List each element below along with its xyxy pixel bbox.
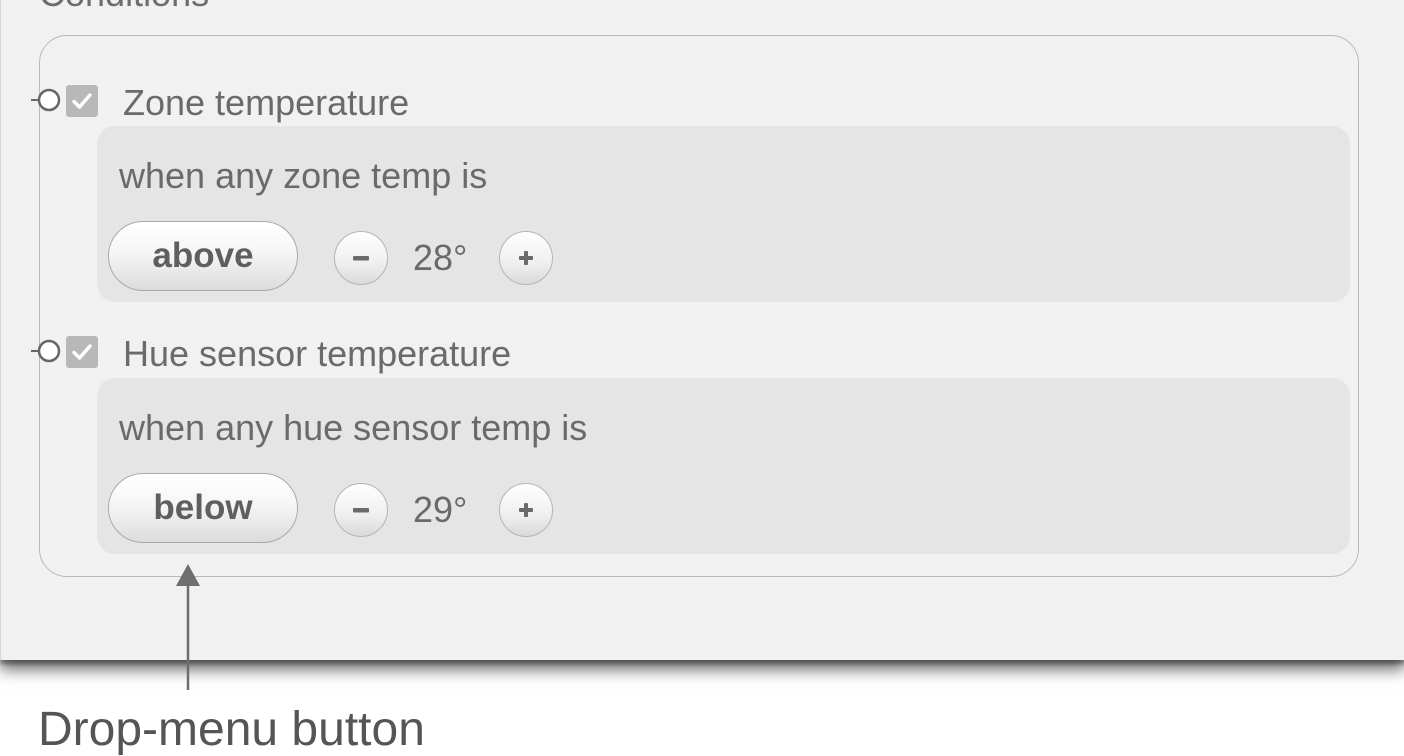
condition-2-description: when any hue sensor temp is (119, 407, 588, 448)
condition-1-decrement-button[interactable] (334, 231, 388, 285)
checkmark-icon (72, 93, 92, 109)
minus-icon (353, 256, 369, 261)
plus-icon (519, 251, 533, 265)
minus-icon (353, 508, 369, 513)
section-title: Conditions (39, 0, 209, 12)
condition-1-checkbox[interactable] (66, 85, 98, 117)
annotation-arrow-icon (176, 564, 200, 690)
condition-1-value: 28° (413, 237, 468, 278)
condition-1-description: when any zone temp is (119, 155, 488, 196)
checkmark-icon (72, 344, 92, 360)
condition-2-comparator-dropdown[interactable]: below (108, 473, 298, 543)
condition-1-comparator-dropdown[interactable]: above (108, 221, 298, 291)
plus-icon (519, 503, 533, 517)
connector-node-icon (31, 88, 61, 112)
condition-1-increment-button[interactable] (499, 231, 553, 285)
condition-1-panel: when any zone temp is above 28° (97, 126, 1350, 302)
condition-2-label: Hue sensor temperature (123, 333, 512, 374)
condition-2-decrement-button[interactable] (334, 483, 388, 537)
condition-2-checkbox[interactable] (66, 336, 98, 368)
condition-2-increment-button[interactable] (499, 483, 553, 537)
condition-2-value: 29° (413, 489, 468, 530)
connector-node-icon (31, 339, 61, 363)
condition-1-label: Zone temperature (123, 82, 410, 123)
conditions-panel: Conditions Zone temperature when any zon… (0, 0, 1404, 660)
condition-2-panel: when any hue sensor temp is below 29° (97, 378, 1350, 554)
annotation-callout: Drop-menu button (38, 703, 425, 756)
